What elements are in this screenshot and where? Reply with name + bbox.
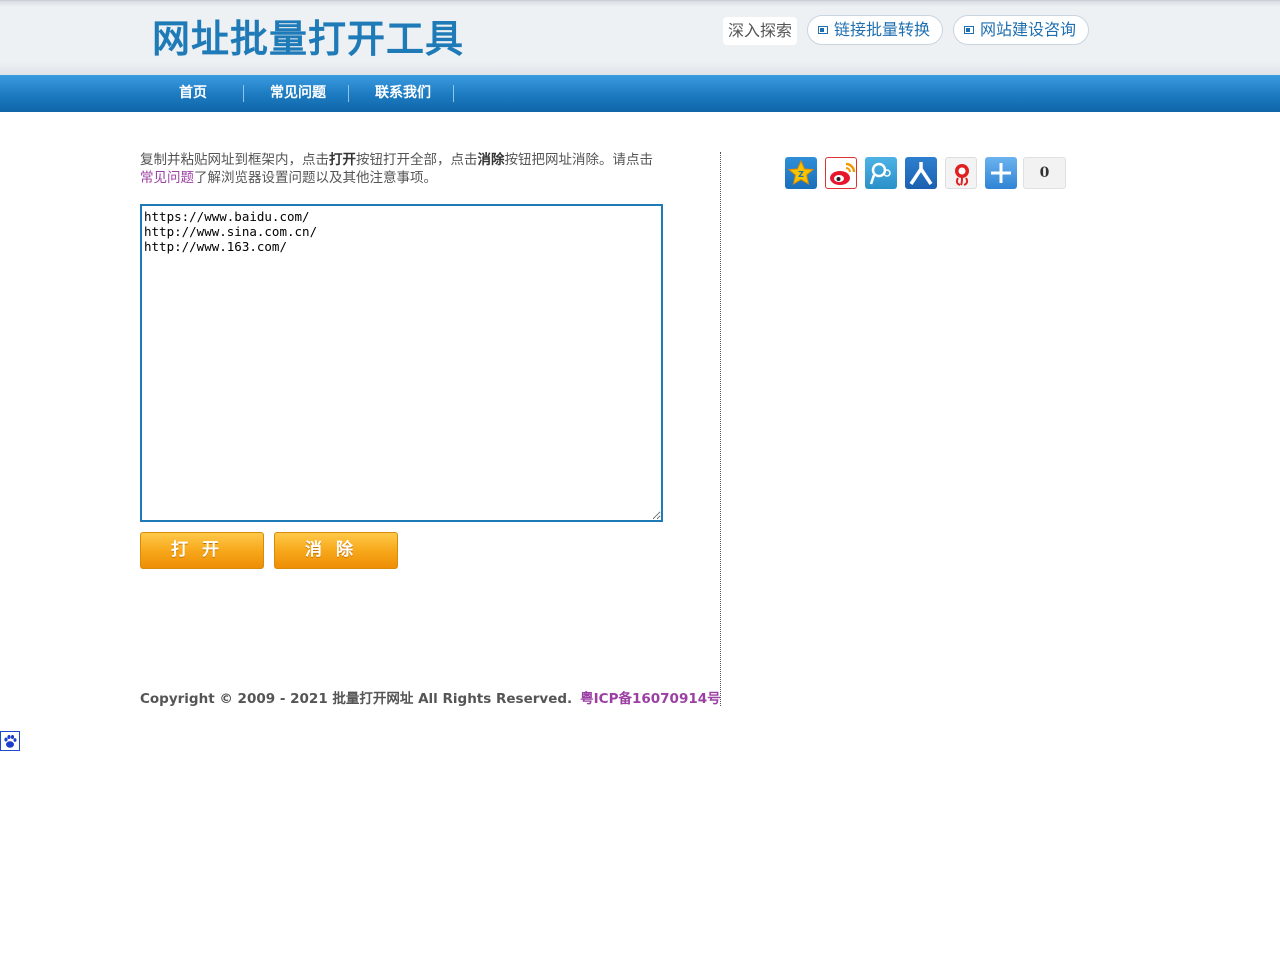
intro-open-keyword: 打开 [329,152,356,168]
main-nav: 首页 常见问题 联系我们 [0,75,1280,112]
link-batch-convert-button[interactable]: 链接批量转换 [807,15,943,45]
site-header: 网址批量打开工具 深入探索 链接批量转换 网站建设咨询 [0,0,1280,75]
copyright: Copyright © 2009 - 2021 批量打开网址 All Right… [140,687,721,707]
svg-text:Z: Z [798,170,804,179]
intro-text-part: 按钮把网址消除。请点击 [504,152,654,168]
link-batch-convert-label: 链接批量转换 [834,20,931,39]
baidu-paw-icon[interactable] [0,731,20,751]
sohu-weibo-icon[interactable] [945,157,977,189]
website-consult-button[interactable]: 网站建设咨询 [953,15,1089,45]
renren-icon[interactable] [905,157,937,189]
url-input[interactable] [140,204,663,522]
qzone-icon[interactable]: Z [785,157,817,189]
copyright-text: Copyright © 2009 - 2021 批量打开网址 All Right… [140,691,573,707]
clear-button[interactable]: 消除 [274,532,398,569]
nav-separator [453,85,454,102]
nav-item-contact[interactable]: 联系我们 [351,75,455,112]
intro-text-part: 按钮打开全部，点击 [356,152,478,168]
nav-separator [348,85,349,102]
intro-text: 复制并粘贴网址到框架内，点击打开按钮打开全部，点击消除按钮把网址消除。请点击常见… [140,151,680,187]
website-consult-label: 网站建设咨询 [980,20,1077,39]
tencent-weibo-icon[interactable] [865,157,897,189]
open-button[interactable]: 打开 [140,532,264,569]
nav-item-home[interactable]: 首页 [141,75,245,112]
icp-link[interactable]: 粤ICP备16070914号 [580,691,720,707]
news-icon [964,26,974,34]
news-icon [818,26,828,34]
explore-tag[interactable]: 深入探索 [723,17,798,45]
share-count: 0 [1023,157,1066,189]
more-share-icon[interactable] [985,157,1017,189]
nav-item-faq[interactable]: 常见问题 [246,75,350,112]
intro-text-part: 了解浏览器设置问题以及其他注意事项。 [194,170,437,186]
intro-clear-keyword: 消除 [477,152,505,168]
weibo-icon[interactable] [825,157,857,189]
intro-text-part: 复制并粘贴网址到框架内，点击 [140,152,329,168]
faq-link[interactable]: 常见问题 [140,170,194,186]
column-divider [720,152,721,706]
site-title[interactable]: 网址批量打开工具 [152,15,464,63]
nav-separator [243,85,244,102]
